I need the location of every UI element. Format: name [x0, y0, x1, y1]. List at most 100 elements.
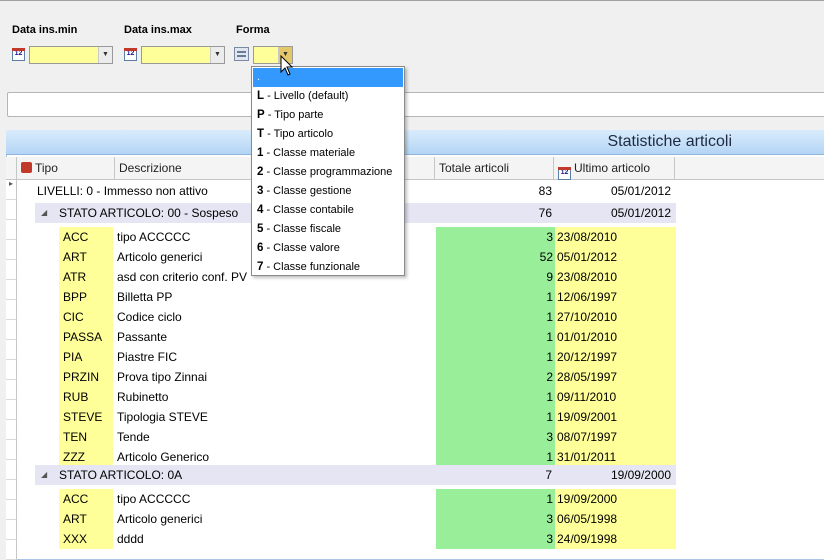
table-row[interactable]: PIA Piastre FIC 1 20/12/1997 [17, 347, 676, 367]
table-row[interactable]: CIC Codice ciclo 1 27/10/2010 [17, 307, 676, 327]
row-indicator[interactable] [6, 420, 17, 440]
dropdown-option[interactable]: 7 - Classe funzionale [253, 258, 403, 277]
row-indicator[interactable] [6, 340, 17, 360]
cell-ultimo: 19/09/2000 [555, 489, 676, 509]
row-indicator[interactable] [6, 460, 17, 480]
collapse-icon[interactable]: ◢ [41, 203, 47, 223]
cell-descrizione: Billetta PP [117, 290, 173, 304]
dropdown-option[interactable]: . [253, 68, 403, 87]
option-label: - Classe fiscale [263, 223, 342, 235]
calendar-icon[interactable]: 12 [124, 48, 137, 61]
group-total: 76 [538, 206, 552, 220]
cell-ultimo: 23/08/2010 [555, 267, 676, 287]
cell-tipo: STEVE [59, 407, 113, 427]
data-ins-max-field[interactable]: ▼ [141, 46, 225, 64]
cell-totale: 1 [436, 387, 555, 407]
chevron-down-icon[interactable]: ▼ [98, 47, 112, 63]
cell-ultimo: 27/10/2010 [555, 307, 676, 327]
dropdown-option[interactable]: 2 - Classe programmazione [253, 163, 403, 182]
cell-totale: 1 [436, 489, 555, 509]
group-label: STATO ARTICOLO: 00 - Sospeso [59, 206, 239, 220]
cell-tipo: ATR [59, 267, 113, 287]
row-indicator[interactable] [6, 220, 17, 240]
column-label: Totale articoli [439, 161, 510, 175]
cell-totale: 52 [436, 247, 555, 267]
collapse-icon[interactable]: ◢ [41, 465, 47, 485]
row-indicator[interactable] [6, 380, 17, 400]
row-indicator[interactable] [6, 240, 17, 260]
calendar-icon[interactable]: 12 [12, 48, 25, 61]
row-indicator[interactable] [6, 480, 17, 500]
table-row[interactable]: ACC tipo ACCCCC 1 19/09/2000 [17, 489, 676, 509]
search-input[interactable] [7, 92, 824, 117]
cell-descrizione: Rubinetto [117, 390, 169, 404]
collapse-icon[interactable] [17, 181, 32, 201]
dropdown-option[interactable]: T - Tipo articolo [253, 125, 403, 144]
table-row[interactable]: RUB Rubinetto 1 09/11/2010 [17, 387, 676, 407]
dropdown-option[interactable]: 5 - Classe fiscale [253, 220, 403, 239]
option-label: . [257, 71, 261, 83]
cell-totale: 2 [436, 367, 555, 387]
row-indicator[interactable] [6, 500, 17, 520]
row-indicator[interactable] [6, 360, 17, 380]
dropdown-option[interactable]: P - Tipo parte [253, 106, 403, 125]
option-key: P [257, 109, 265, 121]
column-label: Tipo [35, 161, 58, 175]
group-label: STATO ARTICOLO: 0A [59, 468, 183, 482]
cell-descrizione: tipo ACCCCC [117, 492, 191, 506]
dropdown-option[interactable]: 6 - Classe valore [253, 239, 403, 258]
option-key: T [257, 128, 265, 140]
row-indicator[interactable] [6, 280, 17, 300]
row-indicator[interactable] [6, 200, 17, 220]
row-indicator[interactable] [6, 400, 17, 420]
group-label: LIVELLI: 0 - Immesso non attivo [37, 184, 208, 198]
chevron-down-icon[interactable]: ▼ [210, 47, 224, 63]
option-label: - Classe valore [263, 242, 340, 254]
row-indicator-header [6, 157, 17, 180]
cube-icon [21, 162, 32, 173]
option-label: - Tipo parte [264, 109, 324, 121]
dropdown-option[interactable]: L - Livello (default) [253, 87, 403, 106]
table-row[interactable]: PASSA Passante 1 01/01/2010 [17, 327, 676, 347]
cell-totale: 1 [436, 327, 555, 347]
cell-ultimo: 05/01/2012 [555, 247, 676, 267]
table-row[interactable]: ZZZ Articolo Generico 1 31/01/2011 [17, 447, 676, 467]
column-header-tipo[interactable]: Tipo [17, 157, 115, 180]
cell-totale: 9 [436, 267, 555, 287]
cell-descrizione: Codice ciclo [117, 310, 182, 324]
cell-tipo: PASSA [59, 327, 113, 347]
cell-totale: 3 [436, 427, 555, 447]
table-row[interactable]: ART Articolo generici 3 06/05/1998 [17, 509, 676, 529]
column-header-ultimo[interactable]: 12 Ultimo articolo [554, 157, 675, 180]
cell-descrizione: Articolo Generico [117, 450, 210, 464]
window-top-border [0, 0, 824, 1]
dropdown-option[interactable]: 1 - Classe materiale [253, 144, 403, 163]
cell-tipo: BPP [59, 287, 113, 307]
data-ins-max-label: Data ins.max [124, 24, 192, 36]
group-last-date: 05/01/2012 [610, 206, 671, 220]
row-indicator[interactable] [6, 320, 17, 340]
table-row[interactable]: BPP Billetta PP 1 12/06/1997 [17, 287, 676, 307]
table-row[interactable]: TEN Tende 3 08/07/1997 [17, 427, 676, 447]
table-row[interactable]: XXX dddd 3 24/09/1998 [17, 529, 676, 549]
cell-totale: 1 [436, 287, 555, 307]
column-header-totale[interactable]: Totale articoli [435, 157, 554, 180]
cell-tipo: ACC [59, 227, 113, 247]
group-last-date: 05/01/2012 [610, 184, 671, 198]
current-row-indicator[interactable]: ▸ [6, 179, 17, 200]
cell-tipo: XXX [59, 529, 113, 549]
dropdown-option[interactable]: 4 - Classe contabile [253, 201, 403, 220]
table-row[interactable]: PRZIN Prova tipo Zinnai 2 28/05/1997 [17, 367, 676, 387]
group-row-stato[interactable]: ◢ STATO ARTICOLO: 0A 7 19/09/2000 [35, 465, 676, 485]
panel-title: Statistiche articoli [6, 130, 824, 155]
row-indicator[interactable] [6, 440, 17, 460]
cell-ultimo: 23/08/2010 [555, 227, 676, 247]
dropdown-option[interactable]: 3 - Classe gestione [253, 182, 403, 201]
row-indicator[interactable] [6, 260, 17, 280]
row-indicator[interactable] [6, 300, 17, 320]
cell-totale: 1 [436, 307, 555, 327]
row-indicator[interactable] [6, 540, 17, 560]
table-row[interactable]: STEVE Tipologia STEVE 1 19/09/2001 [17, 407, 676, 427]
row-indicator[interactable] [6, 520, 17, 540]
data-ins-min-field[interactable]: ▼ [29, 46, 113, 64]
